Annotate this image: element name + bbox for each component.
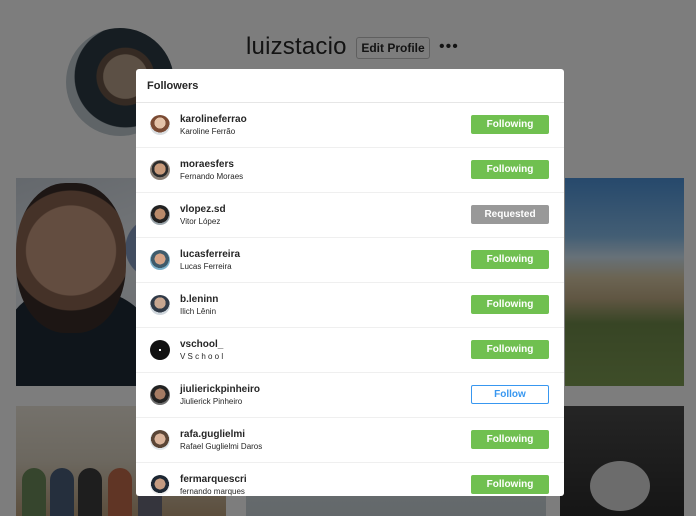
follower-names: lucasferreira Lucas Ferreira <box>180 249 240 272</box>
follower-avatar[interactable] <box>150 250 170 270</box>
follower-fullname: fernando marques <box>180 487 245 496</box>
following-button[interactable]: Following <box>471 295 549 314</box>
follower-avatar[interactable] <box>150 295 170 315</box>
requested-button[interactable]: Requested <box>471 205 549 224</box>
follower-row[interactable]: lucasferreira Lucas Ferreira Following <box>136 238 564 283</box>
follower-fullname: Fernando Moraes <box>180 172 244 181</box>
follower-names: jiulierickpinheiro Jiulierick Pinheiro <box>180 384 260 407</box>
follower-avatar[interactable] <box>150 160 170 180</box>
follower-handle[interactable]: b.leninn <box>180 294 218 306</box>
follower-fullname: Vitor López <box>180 217 221 226</box>
follower-handle[interactable]: karolineferrao <box>180 114 247 126</box>
follower-row[interactable]: rafa.guglielmi Rafael Guglielmi Daros Fo… <box>136 418 564 463</box>
following-button[interactable]: Following <box>471 250 549 269</box>
follower-handle[interactable]: vlopez.sd <box>180 204 226 216</box>
followers-list[interactable]: karolineferrao Karoline Ferrão Following… <box>136 103 564 496</box>
follower-row[interactable]: b.leninn Ilich Lênin Following <box>136 283 564 328</box>
follower-names: b.leninn Ilich Lênin <box>180 294 218 317</box>
follower-avatar[interactable] <box>150 430 170 450</box>
follower-names: fermarquescri fernando marques <box>180 474 247 496</box>
follower-names: rafa.guglielmi Rafael Guglielmi Daros <box>180 429 262 452</box>
follower-row[interactable]: vschool_ V S c h o o l Following <box>136 328 564 373</box>
follower-names: vschool_ V S c h o o l <box>180 339 223 362</box>
follower-row[interactable]: moraesfers Fernando Moraes Following <box>136 148 564 193</box>
following-button[interactable]: Following <box>471 430 549 449</box>
follower-names: moraesfers Fernando Moraes <box>180 159 243 182</box>
following-button[interactable]: Following <box>471 475 549 494</box>
follower-handle[interactable]: rafa.guglielmi <box>180 429 262 441</box>
follower-row[interactable]: fermarquescri fernando marques Following <box>136 463 564 496</box>
follower-handle[interactable]: moraesfers <box>180 159 243 171</box>
follower-row[interactable]: vlopez.sd Vitor López Requested <box>136 193 564 238</box>
follower-handle[interactable]: lucasferreira <box>180 249 240 261</box>
follower-names: karolineferrao Karoline Ferrão <box>180 114 247 137</box>
follower-avatar[interactable] <box>150 385 170 405</box>
follower-row[interactable]: jiulierickpinheiro Jiulierick Pinheiro F… <box>136 373 564 418</box>
follower-fullname: Jiulierick Pinheiro <box>180 397 243 406</box>
follower-avatar[interactable] <box>150 340 170 360</box>
follower-handle[interactable]: jiulierickpinheiro <box>180 384 260 396</box>
following-button[interactable]: Following <box>471 340 549 359</box>
follower-handle[interactable]: fermarquescri <box>180 474 247 486</box>
follower-row[interactable]: karolineferrao Karoline Ferrão Following <box>136 103 564 148</box>
follower-names: vlopez.sd Vitor López <box>180 204 226 227</box>
follower-avatar[interactable] <box>150 475 170 495</box>
following-button[interactable]: Following <box>471 160 549 179</box>
follower-fullname: Rafael Guglielmi Daros <box>180 442 263 451</box>
follower-avatar[interactable] <box>150 205 170 225</box>
modal-header: Followers <box>136 69 564 103</box>
follower-fullname: Lucas Ferreira <box>180 262 232 271</box>
following-button[interactable]: Following <box>471 115 549 134</box>
modal-title: Followers <box>147 80 199 92</box>
follow-button[interactable]: Follow <box>471 385 549 404</box>
follower-fullname: V S c h o o l <box>180 352 224 361</box>
followers-modal: Followers karolineferrao Karoline Ferrão… <box>136 69 564 496</box>
follower-fullname: Ilich Lênin <box>180 307 217 316</box>
follower-fullname: Karoline Ferrão <box>180 127 236 136</box>
follower-avatar[interactable] <box>150 115 170 135</box>
follower-handle[interactable]: vschool_ <box>180 339 223 351</box>
